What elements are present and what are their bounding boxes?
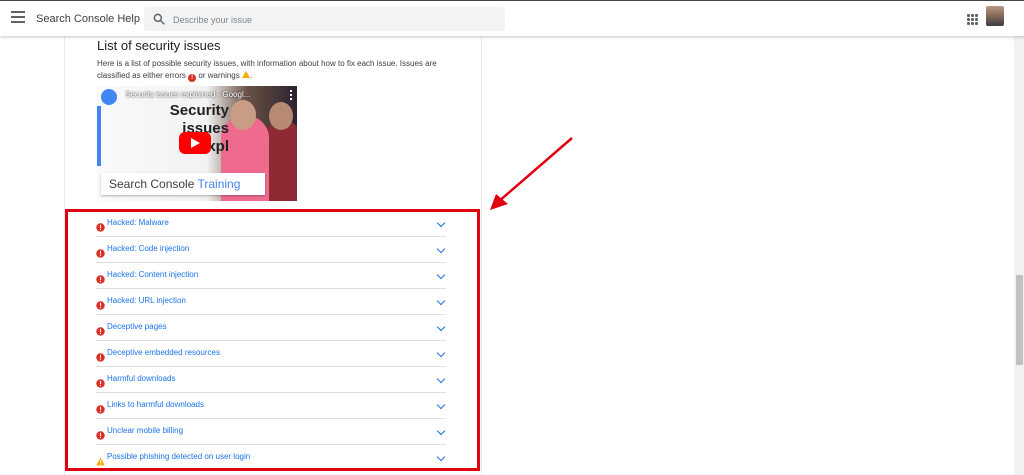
scrollbar-thumb[interactable]: [1016, 275, 1023, 365]
issue-label[interactable]: Hacked: URL injection: [107, 296, 186, 305]
issue-row[interactable]: Harmful downloads: [96, 367, 446, 393]
issue-row[interactable]: Hacked: Malware: [96, 211, 446, 237]
error-icon: [96, 245, 105, 258]
app-title[interactable]: Search Console Help: [36, 13, 140, 25]
avatar[interactable]: [986, 6, 1004, 26]
play-button[interactable]: [179, 132, 211, 154]
video-thumbnail[interactable]: Security issues expl Security issues exp…: [97, 86, 297, 201]
warning-icon: [241, 71, 250, 78]
error-icon: [96, 297, 105, 310]
issue-list: Hacked: Malware Hacked: Code injection Hac…: [64, 209, 480, 471]
error-icon: [96, 349, 105, 362]
chevron-down-icon[interactable]: [436, 296, 446, 306]
chevron-down-icon[interactable]: [436, 244, 446, 254]
annotation-arrow: [490, 137, 573, 210]
issue-row[interactable]: Deceptive pages: [96, 315, 446, 341]
chevron-down-icon[interactable]: [436, 322, 446, 332]
chevron-down-icon[interactable]: [436, 400, 446, 410]
video-person-2-body: [265, 120, 297, 201]
warning-icon: [96, 453, 105, 466]
intro-or-text: or warnings: [198, 71, 240, 80]
intro-text: Here is a list of possible security issu…: [97, 59, 437, 80]
menu-icon[interactable]: [11, 11, 25, 25]
banner-accent-text: Training: [197, 177, 241, 191]
issue-row[interactable]: Links to harmful downloads: [96, 393, 446, 419]
issue-label[interactable]: Deceptive pages: [107, 322, 167, 331]
issue-label[interactable]: Possible phishing detected on user login: [107, 452, 250, 461]
issue-row[interactable]: Deceptive embedded resources: [96, 341, 446, 367]
video-accent-bar: [97, 106, 101, 166]
top-app-bar: Search Console Help: [0, 0, 1024, 36]
intro-paragraph: Here is a list of possible security issu…: [97, 58, 457, 82]
chevron-down-icon[interactable]: [436, 218, 446, 228]
issue-row[interactable]: Possible phishing detected on user login: [96, 445, 446, 470]
issue-label[interactable]: Links to harmful downloads: [107, 400, 204, 409]
error-icon: [96, 271, 105, 284]
search-input[interactable]: [171, 10, 495, 30]
issue-label[interactable]: Unclear mobile billing: [107, 426, 183, 435]
video-overlay-line-1: Security: [169, 102, 229, 119]
video-person-2-head: [269, 102, 293, 130]
channel-logo-icon[interactable]: [101, 89, 117, 105]
issue-row[interactable]: Hacked: Content injection: [96, 263, 446, 289]
issue-row[interactable]: Hacked: URL injection: [96, 289, 446, 315]
banner-main-text: Search Console: [109, 177, 198, 191]
page-scrollbar[interactable]: [1014, 35, 1024, 475]
chevron-down-icon[interactable]: [436, 426, 446, 436]
issue-label[interactable]: Deceptive embedded resources: [107, 348, 220, 357]
issue-label[interactable]: Hacked: Malware: [107, 218, 169, 227]
error-icon: [96, 427, 105, 440]
issue-row[interactable]: Hacked: Code injection: [96, 237, 446, 263]
error-icon: [96, 219, 105, 232]
error-icon: [96, 401, 105, 414]
issue-label[interactable]: Hacked: Content injection: [107, 270, 198, 279]
error-icon: [96, 375, 105, 388]
intro-end: .: [249, 71, 253, 80]
section-title: List of security issues: [97, 38, 221, 53]
video-caption[interactable]: Security issues explained - Googl...: [125, 90, 295, 99]
more-vert-icon[interactable]: [290, 90, 292, 102]
chevron-down-icon[interactable]: [436, 270, 446, 280]
chevron-down-icon[interactable]: [436, 348, 446, 358]
issue-label[interactable]: Harmful downloads: [107, 374, 175, 383]
apps-grid-icon[interactable]: [967, 14, 978, 25]
search-icon[interactable]: [152, 12, 166, 26]
search-box[interactable]: [144, 7, 505, 31]
video-banner: Search Console Training: [101, 173, 265, 195]
error-icon: !: [188, 74, 197, 82]
chevron-down-icon[interactable]: [436, 374, 446, 384]
issue-row[interactable]: Unclear mobile billing: [96, 419, 446, 445]
chevron-down-icon[interactable]: [436, 452, 446, 462]
issue-label[interactable]: Hacked: Code injection: [107, 244, 189, 253]
error-icon: [96, 323, 105, 336]
video-person-1-head: [230, 100, 256, 130]
